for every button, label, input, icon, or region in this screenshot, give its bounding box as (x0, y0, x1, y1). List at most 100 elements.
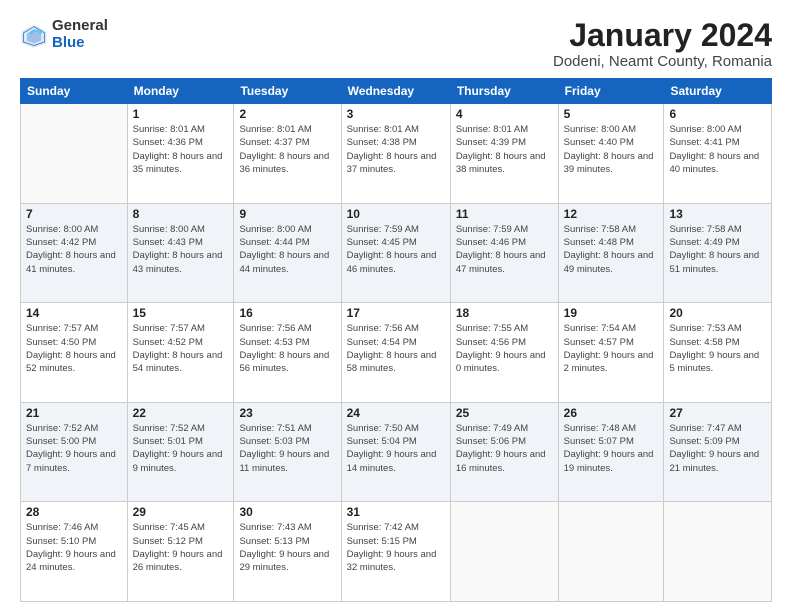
day-number: 24 (347, 406, 445, 420)
day-info: Sunrise: 7:43 AMSunset: 5:13 PMDaylight:… (239, 521, 335, 574)
logo-blue: Blue (52, 35, 108, 52)
day-info: Sunrise: 7:57 AMSunset: 4:50 PMDaylight:… (26, 322, 122, 375)
table-row: 8 Sunrise: 8:00 AMSunset: 4:43 PMDaylight… (127, 203, 234, 303)
day-info: Sunrise: 7:49 AMSunset: 5:06 PMDaylight:… (456, 422, 553, 475)
day-number: 4 (456, 107, 553, 121)
calendar-week-row: 7 Sunrise: 8:00 AMSunset: 4:42 PMDaylight… (21, 203, 772, 303)
table-row (558, 502, 664, 602)
day-info: Sunrise: 7:59 AMSunset: 4:46 PMDaylight:… (456, 223, 553, 276)
table-row: 12 Sunrise: 7:58 AMSunset: 4:48 PMDayligh… (558, 203, 664, 303)
table-row: 3 Sunrise: 8:01 AMSunset: 4:38 PMDaylight… (341, 104, 450, 204)
header-wednesday: Wednesday (341, 79, 450, 104)
table-row: 6 Sunrise: 8:00 AMSunset: 4:41 PMDaylight… (664, 104, 772, 204)
day-info: Sunrise: 8:01 AMSunset: 4:36 PMDaylight:… (133, 123, 229, 176)
table-row: 30 Sunrise: 7:43 AMSunset: 5:13 PMDayligh… (234, 502, 341, 602)
day-number: 28 (26, 505, 122, 519)
header-tuesday: Tuesday (234, 79, 341, 104)
day-info: Sunrise: 7:51 AMSunset: 5:03 PMDaylight:… (239, 422, 335, 475)
day-number: 3 (347, 107, 445, 121)
day-number: 16 (239, 306, 335, 320)
day-number: 25 (456, 406, 553, 420)
header-row: Sunday Monday Tuesday Wednesday Thursday… (21, 79, 772, 104)
header-sunday: Sunday (21, 79, 128, 104)
day-number: 6 (669, 107, 766, 121)
calendar-subtitle: Dodeni, Neamt County, Romania (553, 53, 772, 70)
table-row (21, 104, 128, 204)
day-number: 13 (669, 207, 766, 221)
day-info: Sunrise: 8:01 AMSunset: 4:37 PMDaylight:… (239, 123, 335, 176)
day-info: Sunrise: 7:56 AMSunset: 4:54 PMDaylight:… (347, 322, 445, 375)
calendar-week-row: 1Sunrise: 8:01 AMSunset: 4:36 PMDaylight… (21, 104, 772, 204)
table-row (664, 502, 772, 602)
table-row (450, 502, 558, 602)
day-info: Sunrise: 8:00 AMSunset: 4:41 PMDaylight:… (669, 123, 766, 176)
day-info: Sunrise: 8:01 AMSunset: 4:38 PMDaylight:… (347, 123, 445, 176)
day-info: Sunrise: 7:57 AMSunset: 4:52 PMDaylight:… (133, 322, 229, 375)
header-monday: Monday (127, 79, 234, 104)
header-thursday: Thursday (450, 79, 558, 104)
logo-general: General (52, 18, 108, 35)
table-row: 7 Sunrise: 8:00 AMSunset: 4:42 PMDaylight… (21, 203, 128, 303)
day-info: Sunrise: 7:50 AMSunset: 5:04 PMDaylight:… (347, 422, 445, 475)
day-info: Sunrise: 7:48 AMSunset: 5:07 PMDaylight:… (564, 422, 659, 475)
table-row: 22 Sunrise: 7:52 AMSunset: 5:01 PMDayligh… (127, 402, 234, 502)
day-number: 22 (133, 406, 229, 420)
table-row: 19 Sunrise: 7:54 AMSunset: 4:57 PMDayligh… (558, 303, 664, 403)
day-info: Sunrise: 7:46 AMSunset: 5:10 PMDaylight:… (26, 521, 122, 574)
day-number: 29 (133, 505, 229, 519)
day-info: Sunrise: 8:00 AMSunset: 4:43 PMDaylight:… (133, 223, 229, 276)
day-number: 11 (456, 207, 553, 221)
day-number: 19 (564, 306, 659, 320)
table-row: 29 Sunrise: 7:45 AMSunset: 5:12 PMDayligh… (127, 502, 234, 602)
day-number: 9 (239, 207, 335, 221)
table-row: 17 Sunrise: 7:56 AMSunset: 4:54 PMDayligh… (341, 303, 450, 403)
header: General Blue January 2024 Dodeni, Neamt … (20, 18, 772, 70)
day-number: 7 (26, 207, 122, 221)
calendar-table: Sunday Monday Tuesday Wednesday Thursday… (20, 78, 772, 602)
header-friday: Friday (558, 79, 664, 104)
table-row: 20Sunrise: 7:53 AMSunset: 4:58 PMDayligh… (664, 303, 772, 403)
day-number: 5 (564, 107, 659, 121)
day-info: Sunrise: 7:42 AMSunset: 5:15 PMDaylight:… (347, 521, 445, 574)
table-row: 10Sunrise: 7:59 AMSunset: 4:45 PMDayligh… (341, 203, 450, 303)
header-saturday: Saturday (664, 79, 772, 104)
day-number: 18 (456, 306, 553, 320)
day-info: Sunrise: 7:58 AMSunset: 4:48 PMDaylight:… (564, 223, 659, 276)
day-info: Sunrise: 7:52 AMSunset: 5:00 PMDaylight:… (26, 422, 122, 475)
day-number: 12 (564, 207, 659, 221)
table-row: 4 Sunrise: 8:01 AMSunset: 4:39 PMDaylight… (450, 104, 558, 204)
table-row: 16Sunrise: 7:56 AMSunset: 4:53 PMDayligh… (234, 303, 341, 403)
day-number: 31 (347, 505, 445, 519)
table-row: 2Sunrise: 8:01 AMSunset: 4:37 PMDaylight… (234, 104, 341, 204)
day-info: Sunrise: 7:45 AMSunset: 5:12 PMDaylight:… (133, 521, 229, 574)
logo-icon (20, 21, 48, 49)
table-row: 9Sunrise: 8:00 AMSunset: 4:44 PMDaylight… (234, 203, 341, 303)
day-number: 27 (669, 406, 766, 420)
logo: General Blue (20, 18, 108, 51)
day-number: 26 (564, 406, 659, 420)
day-info: Sunrise: 7:52 AMSunset: 5:01 PMDaylight:… (133, 422, 229, 475)
day-number: 17 (347, 306, 445, 320)
day-info: Sunrise: 7:47 AMSunset: 5:09 PMDaylight:… (669, 422, 766, 475)
table-row: 27 Sunrise: 7:47 AMSunset: 5:09 PMDayligh… (664, 402, 772, 502)
table-row: 25 Sunrise: 7:49 AMSunset: 5:06 PMDayligh… (450, 402, 558, 502)
table-row: 11 Sunrise: 7:59 AMSunset: 4:46 PMDayligh… (450, 203, 558, 303)
day-info: Sunrise: 8:00 AMSunset: 4:40 PMDaylight:… (564, 123, 659, 176)
title-section: January 2024 Dodeni, Neamt County, Roman… (553, 18, 772, 70)
calendar-week-row: 28 Sunrise: 7:46 AMSunset: 5:10 PMDayligh… (21, 502, 772, 602)
day-number: 23 (239, 406, 335, 420)
calendar-week-row: 21Sunrise: 7:52 AMSunset: 5:00 PMDayligh… (21, 402, 772, 502)
table-row: 18Sunrise: 7:55 AMSunset: 4:56 PMDayligh… (450, 303, 558, 403)
logo-text: General Blue (52, 18, 108, 51)
day-number: 10 (347, 207, 445, 221)
day-info: Sunrise: 8:00 AMSunset: 4:42 PMDaylight:… (26, 223, 122, 276)
table-row: 15Sunrise: 7:57 AMSunset: 4:52 PMDayligh… (127, 303, 234, 403)
table-row: 21Sunrise: 7:52 AMSunset: 5:00 PMDayligh… (21, 402, 128, 502)
day-info: Sunrise: 8:01 AMSunset: 4:39 PMDaylight:… (456, 123, 553, 176)
table-row: 23 Sunrise: 7:51 AMSunset: 5:03 PMDayligh… (234, 402, 341, 502)
day-number: 30 (239, 505, 335, 519)
day-info: Sunrise: 7:54 AMSunset: 4:57 PMDaylight:… (564, 322, 659, 375)
table-row: 14 Sunrise: 7:57 AMSunset: 4:50 PMDayligh… (21, 303, 128, 403)
day-number: 8 (133, 207, 229, 221)
day-number: 14 (26, 306, 122, 320)
